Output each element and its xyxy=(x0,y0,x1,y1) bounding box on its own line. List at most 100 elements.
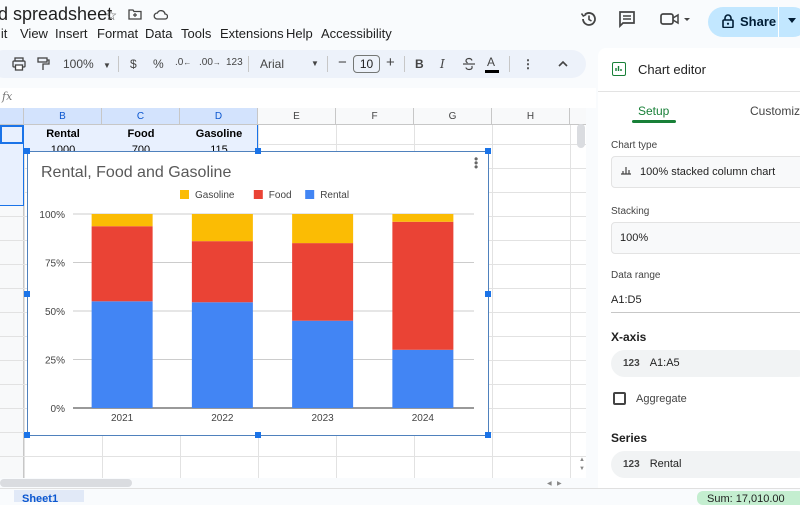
column-header-d[interactable]: D xyxy=(180,108,258,125)
italic-button[interactable]: I xyxy=(440,57,445,71)
scroll-left-icon[interactable]: ◀ xyxy=(547,480,552,487)
resize-handle-br[interactable] xyxy=(485,432,491,438)
series-heading: Series xyxy=(611,431,648,445)
resize-handle-tc[interactable] xyxy=(255,148,261,154)
sum-badge[interactable]: Sum: 17,010.00 xyxy=(697,491,800,505)
column-header-e[interactable]: E xyxy=(258,108,336,125)
font-select[interactable]: Arial ▼ xyxy=(260,57,319,71)
lock-icon xyxy=(722,14,734,28)
bar-segment-rental xyxy=(91,301,153,408)
column-header-i[interactable] xyxy=(570,108,586,125)
chart-icon xyxy=(612,62,626,76)
document-title[interactable]: d spreadsheet xyxy=(0,4,112,25)
select-all-corner[interactable] xyxy=(0,108,24,125)
column-header-f[interactable]: F xyxy=(336,108,414,125)
collapse-toolbar-icon[interactable] xyxy=(558,57,568,71)
tab-customize[interactable]: Customize xyxy=(750,104,800,118)
bar-segment-gasoline xyxy=(191,214,253,242)
resize-handle-bl[interactable] xyxy=(24,432,30,438)
chart-plot: 0% 25% 50% 75% 100% Gasoline Food Rental 2021 202… xyxy=(39,190,474,424)
legend-swatch xyxy=(180,190,189,199)
menu-tools[interactable]: Tools xyxy=(181,26,211,41)
chart-container[interactable]: Rental, Food and Gasoline • • • 0% 25% 50% 75… xyxy=(24,148,491,438)
menu-edit[interactable]: lit xyxy=(0,26,7,41)
cloud-saved-icon[interactable] xyxy=(152,7,168,23)
percent-format-button[interactable]: % xyxy=(153,57,164,71)
font-size-input[interactable]: 10 xyxy=(353,55,380,73)
comments-icon[interactable] xyxy=(616,10,638,32)
cell-c1[interactable]: Food xyxy=(102,125,180,144)
number-format-button[interactable]: 123 xyxy=(226,57,243,68)
active-cell-a1[interactable] xyxy=(0,125,24,144)
cell-b1[interactable]: Rental xyxy=(24,125,102,144)
menu-extensions[interactable]: Extensions xyxy=(220,26,284,41)
scroll-right-icon[interactable]: ▶ xyxy=(557,480,562,487)
increase-decimal-button[interactable]: .00→ xyxy=(199,57,221,68)
bar-segment-rental xyxy=(292,320,354,408)
decrease-decimal-button[interactable]: .0← xyxy=(175,57,191,68)
bar-segment-food xyxy=(191,241,253,303)
resize-handle-mr[interactable] xyxy=(485,291,491,297)
menu-accessibility[interactable]: Accessibility xyxy=(321,26,392,41)
text-color-swatch xyxy=(485,70,499,73)
menu-help[interactable]: Help xyxy=(286,26,313,41)
series-chip-rental[interactable]: 123 Rental xyxy=(611,451,800,478)
chart-type-value: 100% stacked column chart xyxy=(640,166,776,178)
column-header-g[interactable]: G xyxy=(414,108,492,125)
decrease-font-size-button[interactable]: − xyxy=(338,54,347,71)
x-axis-value: A1:A5 xyxy=(649,357,680,369)
text-color-button[interactable]: A xyxy=(485,55,499,73)
currency-format-button[interactable]: $ xyxy=(130,57,137,71)
increase-decimal-label: .00 xyxy=(199,57,213,68)
resize-handle-ml[interactable] xyxy=(24,291,30,297)
meet-icon[interactable] xyxy=(658,10,694,32)
x-axis-chip[interactable]: 123 A1:A5 xyxy=(611,350,800,377)
share-button[interactable]: Share xyxy=(708,7,800,37)
paint-format-icon[interactable] xyxy=(36,57,50,74)
tab-setup[interactable]: Setup xyxy=(638,104,669,118)
horizontal-scrollbar[interactable] xyxy=(0,479,132,487)
menu-insert[interactable]: Insert xyxy=(55,26,88,41)
chart-editor-header: Chart editor xyxy=(598,48,800,92)
version-history-icon[interactable] xyxy=(578,10,600,32)
resize-handle-tr[interactable] xyxy=(485,148,491,154)
formula-bar[interactable]: fx xyxy=(0,88,596,108)
sheet-tab[interactable]: Sheet1 xyxy=(14,490,84,502)
chart-editor-title: Chart editor xyxy=(638,62,706,77)
font-value: Arial xyxy=(260,57,285,71)
stacking-select[interactable]: 100% xyxy=(611,222,800,254)
data-range-input[interactable]: A1:D5 xyxy=(611,294,642,306)
column-header-h[interactable]: H xyxy=(492,108,570,125)
selected-range-rows xyxy=(0,144,24,206)
number-icon: 123 xyxy=(623,358,640,369)
aggregate-checkbox[interactable] xyxy=(613,392,626,405)
bar-segment-food xyxy=(91,226,153,302)
more-options-icon[interactable]: ⋮ xyxy=(522,57,534,71)
scroll-up-icon[interactable]: ▲ xyxy=(579,457,585,463)
vertical-scrollbar[interactable] xyxy=(577,124,585,148)
menu-format[interactable]: Format xyxy=(97,26,138,41)
bar-segment-rental xyxy=(191,302,253,408)
move-folder-icon[interactable] xyxy=(127,7,143,23)
menu-view[interactable]: View xyxy=(20,26,48,41)
chart-type-select[interactable]: 100% stacked column chart xyxy=(611,156,800,188)
y-tick-label: 100% xyxy=(39,210,65,221)
bar-segment-gasoline xyxy=(292,214,354,244)
column-header-c[interactable]: C xyxy=(102,108,180,125)
text-color-label: A xyxy=(487,55,496,69)
cell-d1[interactable]: Gasoline xyxy=(180,125,258,144)
star-icon[interactable]: ☆ xyxy=(103,7,119,23)
bold-button[interactable]: B xyxy=(415,57,424,71)
share-dropdown-icon[interactable] xyxy=(788,18,796,23)
increase-font-size-button[interactable]: + xyxy=(386,54,395,71)
zoom-select[interactable]: 100% ▼ xyxy=(63,57,111,71)
menu-data[interactable]: Data xyxy=(145,26,172,41)
resize-handle-tl[interactable] xyxy=(24,148,30,154)
print-icon[interactable] xyxy=(12,57,26,74)
column-header-b[interactable]: B xyxy=(24,108,102,125)
resize-handle-bc[interactable] xyxy=(255,432,261,438)
scroll-down-icon[interactable]: ▼ xyxy=(579,466,585,472)
data-range-underline xyxy=(611,312,800,313)
strikethrough-button[interactable] xyxy=(463,57,475,74)
sheet-tabs-bar: Sheet1 Sum: 17,010.00 xyxy=(0,488,800,505)
